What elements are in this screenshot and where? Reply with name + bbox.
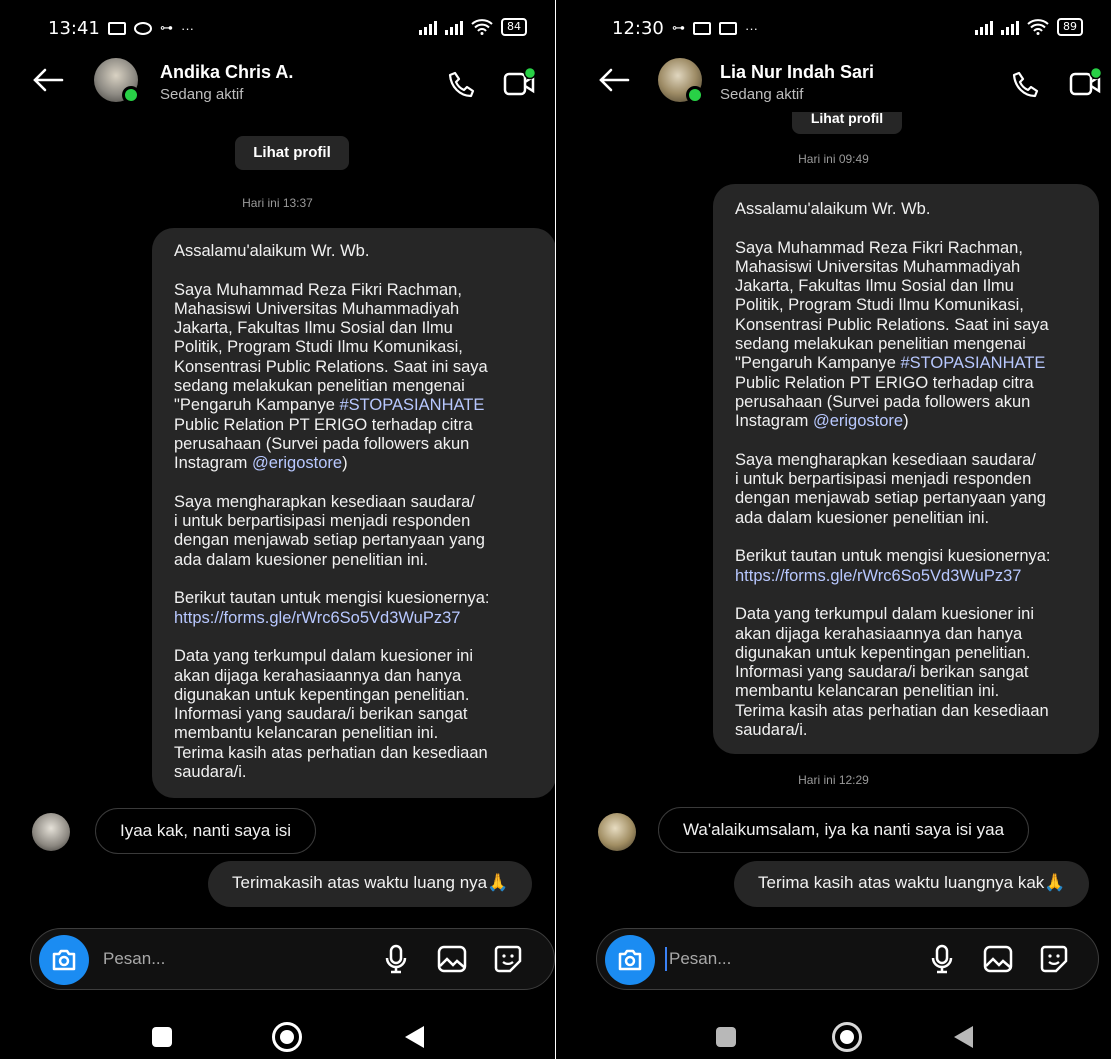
phone-icon[interactable] [447,70,477,100]
wifi-icon [471,19,493,35]
contact-status: Sedang aktif [160,86,244,103]
message-notification-icon [693,21,711,35]
contact-status: Sedang aktif [720,86,804,103]
online-indicator [122,86,140,104]
signal-icon [419,19,437,35]
mention-link[interactable]: @erigostore [813,412,903,430]
camera-button[interactable] [39,935,89,985]
timestamp: Hari ini 13:37 [242,196,313,210]
sent-message[interactable]: Terimakasih atas waktu luang nya🙏 [208,861,533,907]
home-icon[interactable] [832,1022,862,1052]
form-link[interactable]: https://forms.gle/rWrc6So5Vd3WuPz37 [174,609,460,627]
message-bubble[interactable]: Assalamu'alaikum Wr. Wb. Saya Muhammad R… [713,184,1099,754]
back-nav-icon[interactable] [954,1026,973,1048]
microphone-icon[interactable] [927,944,957,974]
signal-icon [975,19,993,35]
clock: 13:41 [48,18,100,39]
chat-header: Lia Nur Indah Sari Sedang aktif [556,56,1111,112]
clock: 12:30 [612,18,664,39]
message-composer: Pesan... [30,928,555,990]
contact-avatar[interactable] [598,813,636,851]
app-notification-icon [134,21,152,35]
message-bubble[interactable]: Assalamu'alaikum Wr. Wb. Saya Muhammad R… [152,228,555,798]
view-profile-button[interactable]: Lihat profil [792,112,902,134]
sent-message[interactable]: Terima kasih atas waktu luangnya kak🙏 [734,861,1090,907]
received-message[interactable]: Iyaa kak, nanti saya isi [95,808,317,854]
video-call-icon[interactable] [503,66,537,100]
microphone-icon[interactable] [381,944,411,974]
message-notification-icon [108,21,126,35]
back-arrow-icon[interactable] [596,62,632,98]
back-arrow-icon[interactable] [30,62,66,98]
battery-indicator: 84 [501,18,527,36]
gallery-icon[interactable] [437,944,467,974]
contact-avatar[interactable] [32,813,70,851]
camera-icon [618,949,642,971]
message-input[interactable]: Pesan... [103,949,165,969]
back-nav-icon[interactable] [405,1026,424,1048]
status-bar: 12:30 ⊶ ··· 89 [556,14,1111,42]
key-icon: ⊶ [672,20,685,35]
online-indicator [686,86,704,104]
mention-link[interactable]: @erigostore [252,454,342,472]
signal-icon-2 [1001,19,1019,35]
more-notifications-icon: ··· [745,20,758,36]
received-message[interactable]: Wa'alaikumsalam, iya ka nanti saya isi y… [658,807,1030,853]
text-cursor [665,947,667,971]
wifi-icon [1027,19,1049,35]
status-bar: 13:41 ⊶ ··· 84 [0,14,555,42]
sticker-icon[interactable] [1039,944,1069,974]
hashtag-link[interactable]: #STOPASIANHATE [339,396,484,414]
chat-screen-andika: 13:41 ⊶ ··· 84 Andika Chris A. Sedang ak… [0,0,555,1059]
message-composer: Pesan... [596,928,1099,990]
home-icon[interactable] [272,1022,302,1052]
timestamp: Hari ini 12:29 [798,773,869,787]
more-notifications-icon: ··· [181,20,194,36]
camera-button[interactable] [605,935,655,985]
key-icon: ⊶ [160,20,173,35]
youtube-icon [719,21,737,35]
contact-name[interactable]: Lia Nur Indah Sari [720,62,874,83]
recent-apps-icon[interactable] [152,1027,172,1047]
hashtag-link[interactable]: #STOPASIANHATE [900,354,1045,372]
video-call-icon[interactable] [1069,66,1103,100]
system-nav-bar [0,1000,555,1059]
sticker-icon[interactable] [493,944,523,974]
timestamp: Hari ini 09:49 [798,152,869,166]
recent-apps-icon[interactable] [716,1027,736,1047]
chat-screen-lia: 12:30 ⊶ ··· 89 Lia Nur Indah Sari Sedang… [556,0,1111,1059]
system-nav-bar [556,1000,1111,1059]
contact-name[interactable]: Andika Chris A. [160,62,293,83]
battery-indicator: 89 [1057,18,1083,36]
phone-icon[interactable] [1011,70,1041,100]
chat-header: Andika Chris A. Sedang aktif [0,56,555,112]
form-link[interactable]: https://forms.gle/rWrc6So5Vd3WuPz37 [735,567,1021,585]
gallery-icon[interactable] [983,944,1013,974]
view-profile-button[interactable]: Lihat profil [235,136,349,170]
message-input[interactable]: Pesan... [669,949,731,969]
signal-icon-2 [445,19,463,35]
camera-icon [52,949,76,971]
